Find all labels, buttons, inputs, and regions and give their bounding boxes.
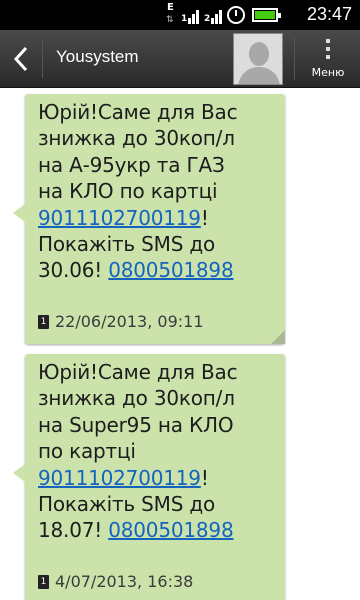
message-line: знижка до 30коп/л xyxy=(38,386,235,411)
message-line: Покажіть SMS до xyxy=(38,232,216,257)
back-button[interactable] xyxy=(0,30,42,88)
action-bar: Yousystem Меню xyxy=(0,30,360,88)
sim-card-icon: 1 xyxy=(38,314,49,329)
contact-avatar[interactable] xyxy=(233,33,283,85)
message-meta: 1 22/06/2013, 09:11 xyxy=(38,312,204,331)
status-icons: E ⇅ 1 2 xyxy=(166,2,281,27)
message-line: по картці xyxy=(38,439,136,464)
message-bubble[interactable]: Юрій!Саме для Вас знижка до 30коп/л на S… xyxy=(13,354,285,600)
message-punctuation: ! xyxy=(200,205,209,230)
message-line: на КЛО по картці xyxy=(38,179,218,204)
message-text: Юрій!Саме для Вас знижка до 30коп/л на S… xyxy=(38,359,277,544)
message-text: Юрій!Саме для Вас знижка до 30коп/л на А… xyxy=(38,99,277,284)
battery-icon xyxy=(252,8,281,22)
alarm-clock-icon xyxy=(227,6,245,24)
battery-fill xyxy=(255,11,275,19)
message-line: Юрій!Саме для Вас xyxy=(38,360,238,384)
message-line: 30.06! xyxy=(38,258,109,283)
overflow-menu-icon xyxy=(326,39,330,63)
menu-button[interactable]: Меню xyxy=(296,30,360,88)
card-number-link[interactable]: 9011102700119 xyxy=(38,206,201,230)
message-line: знижка до 30коп/л xyxy=(38,126,235,151)
data-network-icon: E ⇅ xyxy=(166,2,174,26)
sim-card-icon: 1 xyxy=(38,574,49,589)
chevron-left-icon xyxy=(13,46,28,72)
card-number-link[interactable]: 9011102700119 xyxy=(38,466,201,490)
phone-link[interactable]: 0800501898 xyxy=(108,258,233,282)
message-timestamp: 4/07/2013, 16:38 xyxy=(55,572,194,591)
message-line: Юрій!Саме для Вас xyxy=(38,100,238,124)
conversation-title: Yousystem xyxy=(56,47,139,66)
status-clock: 23:47 xyxy=(306,4,352,24)
contact-avatar-icon xyxy=(234,34,282,84)
message-meta: 1 4/07/2013, 16:38 xyxy=(38,572,193,591)
message-line: на А-95укр та ГАЗ xyxy=(38,152,225,177)
phone-link[interactable]: 0800501898 xyxy=(108,518,233,542)
message-line: на Super95 на КЛО xyxy=(38,412,234,437)
message-line: 18.07! xyxy=(38,518,109,543)
signal-sim1-icon: 1 xyxy=(181,6,199,24)
status-bar: E ⇅ 1 2 23:47 xyxy=(0,0,360,30)
message-line: Покажіть SMS до xyxy=(38,492,216,517)
menu-label: Меню xyxy=(311,66,345,79)
action-bar-divider xyxy=(42,40,43,78)
message-timestamp: 22/06/2013, 09:11 xyxy=(55,312,204,331)
menu-divider xyxy=(294,38,295,80)
signal-sim2-icon: 2 xyxy=(204,6,222,24)
message-punctuation: ! xyxy=(200,465,209,490)
bubble-corner xyxy=(271,330,285,344)
message-bubble[interactable]: Юрій!Саме для Вас знижка до 30коп/л на А… xyxy=(13,94,285,344)
